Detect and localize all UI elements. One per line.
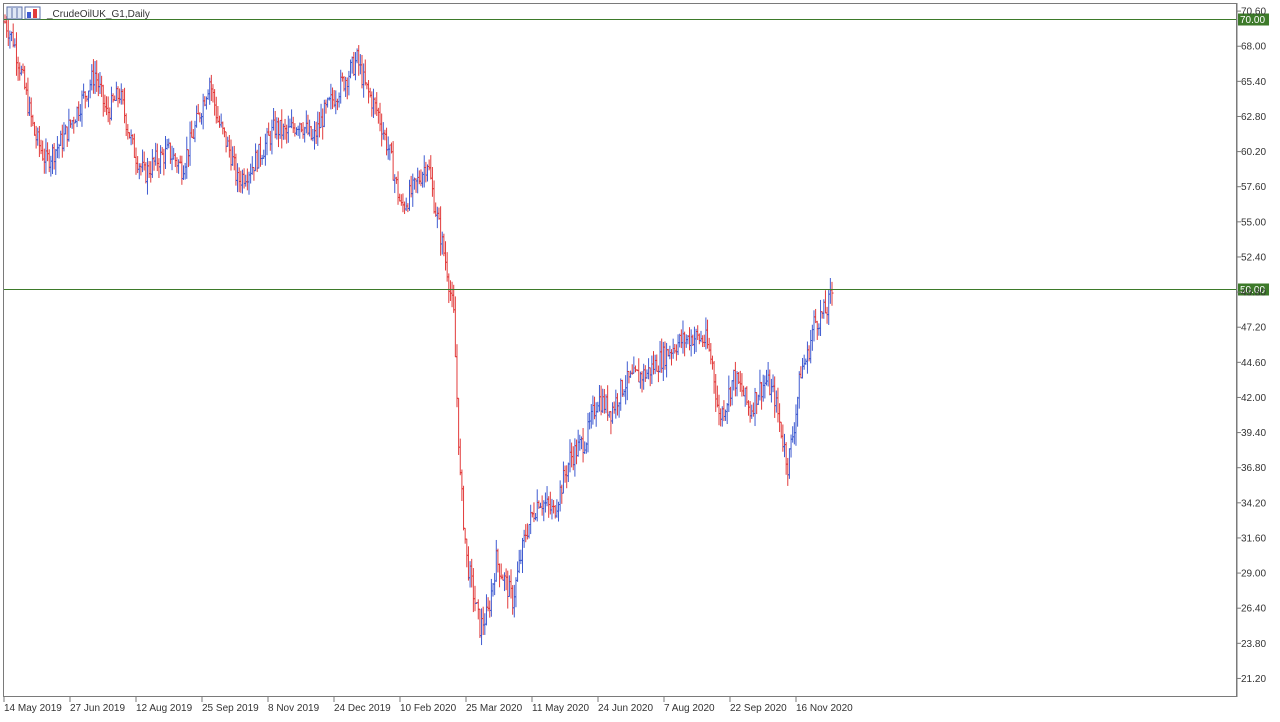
x-tick-label: 8 Nov 2019 — [268, 703, 320, 714]
window-icon[interactable] — [6, 6, 23, 20]
price-chart[interactable]: 70.0050.00 70.6068.0065.4062.8060.2057.6… — [0, 0, 1280, 722]
y-tick-label: 47.20 — [1241, 323, 1266, 334]
x-tick-label: 27 Jun 2019 — [70, 703, 125, 714]
y-tick-label: 36.80 — [1241, 463, 1266, 474]
x-tick-label: 12 Aug 2019 — [136, 703, 193, 714]
y-tick-label: 21.20 — [1241, 674, 1266, 685]
y-tick-label: 26.40 — [1241, 604, 1266, 615]
x-tick-label: 7 Aug 2020 — [664, 703, 715, 714]
x-tick-label: 10 Feb 2020 — [400, 703, 457, 714]
chart-background — [0, 0, 1280, 722]
x-tick-label: 25 Mar 2020 — [466, 703, 523, 714]
x-tick-label: 24 Jun 2020 — [598, 703, 653, 714]
x-tick-label: 22 Sep 2020 — [730, 703, 787, 714]
y-tick-label: 70.60 — [1241, 7, 1266, 18]
y-tick-label: 55.00 — [1241, 217, 1266, 228]
y-tick-label: 49.80 — [1241, 288, 1266, 299]
y-tick-label: 34.20 — [1241, 498, 1266, 509]
y-tick-label: 57.60 — [1241, 182, 1266, 193]
y-tick-label: 60.20 — [1241, 147, 1266, 158]
y-tick-label: 68.00 — [1241, 42, 1266, 53]
y-tick-label: 65.40 — [1241, 77, 1266, 88]
x-tick-label: 24 Dec 2019 — [334, 703, 391, 714]
chart-title: _CrudeOilUK_G1,Daily — [46, 9, 150, 20]
y-tick-label: 29.00 — [1241, 569, 1266, 580]
y-tick-label: 62.80 — [1241, 112, 1266, 123]
y-tick-label: 52.40 — [1241, 252, 1266, 263]
y-tick-label: 39.40 — [1241, 428, 1266, 439]
y-tick-label: 42.00 — [1241, 393, 1266, 404]
x-tick-label: 25 Sep 2019 — [202, 703, 259, 714]
x-tick-label: 11 May 2020 — [532, 703, 590, 714]
chart-header: _CrudeOilUK_G1,Daily — [6, 6, 150, 20]
y-tick-label: 44.60 — [1241, 358, 1266, 369]
chart-icon[interactable] — [24, 6, 41, 20]
x-tick-label: 16 Nov 2020 — [796, 703, 853, 714]
y-tick-label: 31.60 — [1241, 533, 1266, 544]
y-tick-label: 23.80 — [1241, 639, 1266, 650]
x-tick-label: 14 May 2019 — [4, 703, 62, 714]
